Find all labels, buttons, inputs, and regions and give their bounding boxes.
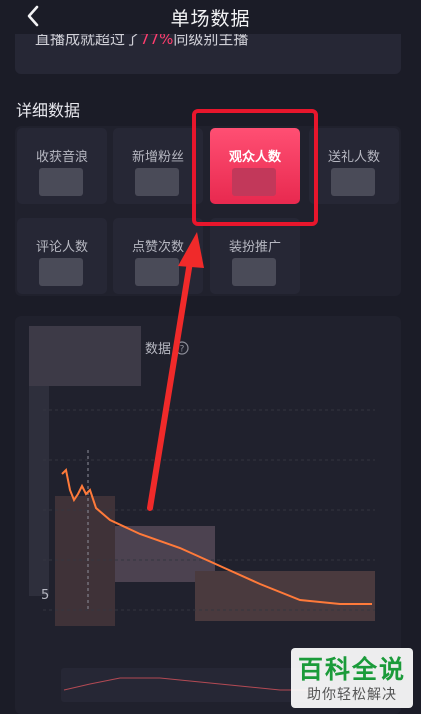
metric-value-blurred bbox=[135, 168, 179, 196]
blurred-region bbox=[29, 326, 141, 386]
metric-label: 收获音浪 bbox=[35, 150, 88, 165]
blurred-region bbox=[29, 386, 49, 596]
metric-tile-likes[interactable]: 点赞次数 bbox=[113, 218, 203, 294]
metric-tile-promotion[interactable]: 装扮推广 bbox=[210, 218, 300, 294]
metric-tile-gifters[interactable]: 送礼人数 bbox=[309, 128, 399, 204]
page-title: 单场数据 bbox=[170, 7, 251, 30]
metric-label: 新增粉丝 bbox=[131, 150, 184, 165]
svg-text:?: ? bbox=[180, 345, 185, 355]
top-bar: 单场数据 bbox=[0, 0, 421, 34]
watermark-main-text: 百科全说 bbox=[297, 655, 406, 684]
metric-value-blurred bbox=[39, 258, 83, 286]
metric-tile-commenters[interactable]: 评论人数 bbox=[17, 218, 107, 294]
metric-tile-new-fans[interactable]: 新增粉丝 bbox=[113, 128, 203, 204]
chart-title: 数据 ? bbox=[145, 338, 189, 357]
annotation-highlight-box bbox=[192, 109, 318, 226]
achievement-percent: 77% bbox=[140, 34, 174, 48]
achievement-suffix: 同级别主播 bbox=[173, 34, 249, 48]
metric-label: 送礼人数 bbox=[327, 150, 380, 165]
site-watermark: 百科全说 助你轻松解决 bbox=[291, 648, 413, 708]
metric-value-blurred bbox=[232, 258, 276, 286]
metric-label: 点赞次数 bbox=[131, 240, 184, 255]
metric-label: 装扮推广 bbox=[228, 240, 281, 255]
help-icon[interactable]: ? bbox=[175, 341, 189, 355]
achievement-text: 直播成就超过了77%同级别主播 bbox=[35, 34, 248, 49]
y-axis-tick-5: 5 bbox=[41, 588, 50, 603]
achievement-banner: 直播成就超过了77%同级别主播 bbox=[15, 34, 401, 74]
metric-value-blurred bbox=[331, 168, 375, 196]
metric-tile-income[interactable]: 收获音浪 bbox=[17, 128, 107, 204]
blurred-region bbox=[55, 496, 115, 626]
metric-label: 评论人数 bbox=[35, 240, 88, 255]
section-title-detailed-data: 详细数据 bbox=[16, 101, 81, 120]
blurred-region bbox=[195, 571, 375, 621]
back-chevron-icon[interactable] bbox=[22, 4, 46, 28]
metric-value-blurred bbox=[39, 168, 83, 196]
achievement-prefix: 直播成就超过了 bbox=[35, 34, 141, 48]
chart-title-text: 数据 bbox=[145, 342, 172, 357]
metric-value-blurred bbox=[135, 258, 179, 286]
watermark-sub-text: 助你轻松解决 bbox=[307, 687, 397, 703]
